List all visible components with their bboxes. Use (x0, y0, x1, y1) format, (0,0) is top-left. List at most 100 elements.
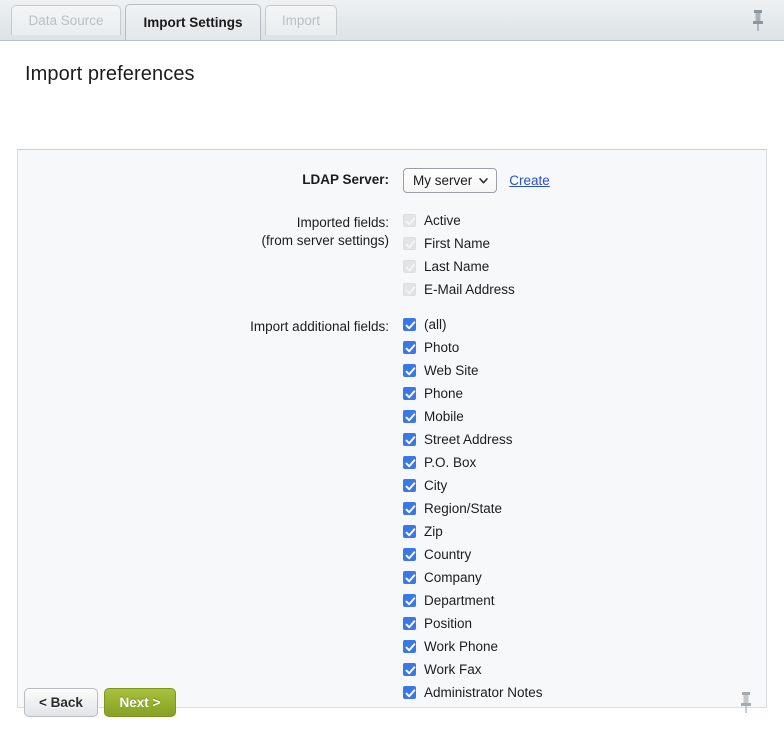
import-wizard-window: Data Source Import Settings Import Impor… (0, 0, 784, 739)
check-icon (405, 286, 416, 295)
additional-fields-label: Import additional fields: (250, 319, 389, 334)
chevron-down-icon (479, 177, 488, 183)
check-icon (405, 240, 416, 249)
tab-import-label: Import (281, 13, 321, 28)
back-button[interactable]: < Back (24, 688, 98, 717)
pushpin-icon[interactable] (746, 8, 770, 34)
check-icon (405, 436, 416, 445)
checkbox-label: Web Site (424, 363, 479, 378)
imported-fields-label-main: Imported fields: (296, 215, 389, 230)
check-icon (405, 390, 416, 399)
tab-import-settings-label: Import Settings (143, 15, 243, 30)
checkbox-row[interactable]: Photo (403, 338, 543, 357)
page-body: Import preferences LDAP Server: My serve… (0, 41, 784, 738)
checkbox-work-phone[interactable] (403, 640, 416, 653)
checkbox-label: Active (424, 213, 461, 228)
checkbox-row[interactable]: Work Phone (403, 637, 543, 656)
checkbox-row[interactable]: Department (403, 591, 543, 610)
imported-fields-sublabel: (from server settings) (261, 233, 389, 248)
checkbox-row[interactable]: Work Fax (403, 660, 543, 679)
checkbox-label: (all) (424, 317, 447, 332)
checkbox-work-fax[interactable] (403, 663, 416, 676)
checkbox-row[interactable]: Position (403, 614, 543, 633)
ldap-server-select[interactable]: My server (403, 168, 498, 193)
next-button[interactable]: Next > (104, 688, 176, 717)
preferences-form: LDAP Server: My server Create Imported f… (18, 150, 766, 706)
page-title: Import preferences (25, 63, 195, 85)
check-icon (405, 321, 416, 330)
create-server-link[interactable]: Create (509, 173, 550, 188)
ldap-server-field: My server Create (389, 168, 550, 193)
checkbox-row[interactable]: (all) (403, 315, 543, 334)
checkbox-row[interactable]: Country (403, 545, 543, 564)
additional-fields-checklist: (all) Photo Web Site Phone Mobile Street Addr… (403, 315, 543, 706)
tab-data-source[interactable]: Data Source (11, 5, 121, 35)
checkbox-label: Work Fax (424, 662, 482, 677)
back-button-label: < Back (39, 695, 83, 710)
imported-fields-label: Imported fields: (from server settings) (18, 211, 389, 250)
checkbox-photo[interactable] (403, 341, 416, 354)
tab-import[interactable]: Import (265, 5, 337, 35)
tab-bar: Data Source Import Settings Import (0, 0, 784, 41)
checkbox-company[interactable] (403, 571, 416, 584)
checkbox-label: Work Phone (424, 639, 499, 654)
checkbox-label: E-Mail Address (424, 282, 515, 297)
checkbox-position[interactable] (403, 617, 416, 630)
checkbox-zip[interactable] (403, 525, 416, 538)
checkbox-label: Phone (424, 386, 464, 401)
section-divider (18, 303, 766, 315)
checkbox-city[interactable] (403, 479, 416, 492)
checkbox-all[interactable] (403, 318, 416, 331)
ldap-server-selected-value: My server (413, 173, 473, 188)
check-icon (405, 666, 416, 675)
checkbox-region-state[interactable] (403, 502, 416, 515)
checkbox-row[interactable]: Web Site (403, 361, 543, 380)
checkbox-phone[interactable] (403, 387, 416, 400)
checkbox-row[interactable]: City (403, 476, 543, 495)
checkbox-country[interactable] (403, 548, 416, 561)
checkbox-row: Active (403, 211, 515, 230)
checkbox-row[interactable]: Mobile (403, 407, 543, 426)
imported-fields-row: Imported fields: (from server settings) … (18, 211, 766, 303)
checkbox-row[interactable]: Region/State (403, 499, 543, 518)
checkbox-department[interactable] (403, 594, 416, 607)
imported-fields-checklist: Active First Name Last Name E-Mail Address (403, 211, 515, 303)
check-icon (405, 367, 416, 376)
checkbox-row: Last Name (403, 257, 515, 276)
checkbox-label: Region/State (424, 501, 503, 516)
check-icon (405, 597, 416, 606)
check-icon (405, 574, 416, 583)
checkbox-label: Position (424, 616, 473, 631)
checkbox-last-name (403, 260, 416, 273)
tab-import-settings[interactable]: Import Settings (125, 4, 261, 40)
pushpin-icon[interactable] (734, 690, 758, 716)
checkbox-row: E-Mail Address (403, 280, 515, 299)
checkbox-row: First Name (403, 234, 515, 253)
tab-list: Data Source Import Settings Import (11, 0, 784, 41)
checkbox-row[interactable]: P.O. Box (403, 453, 543, 472)
checkbox-mobile[interactable] (403, 410, 416, 423)
checkbox-label: Zip (424, 524, 443, 539)
checkbox-row[interactable]: Zip (403, 522, 543, 541)
preferences-panel: LDAP Server: My server Create Imported f… (17, 149, 767, 708)
checkbox-row[interactable]: Phone (403, 384, 543, 403)
next-button-label: Next > (119, 695, 161, 710)
check-icon (405, 263, 416, 272)
checkbox-p-o-box[interactable] (403, 456, 416, 469)
check-icon (405, 505, 416, 514)
check-icon (405, 620, 416, 629)
wizard-footer: < Back Next > (0, 684, 784, 739)
checkbox-active (403, 214, 416, 227)
checkbox-label: Department (424, 593, 495, 608)
checkbox-label: City (424, 478, 448, 493)
checkbox-label: Company (424, 570, 482, 585)
checkbox-row[interactable]: Street Address (403, 430, 543, 449)
check-icon (405, 459, 416, 468)
checkbox-web-site[interactable] (403, 364, 416, 377)
checkbox-street-address[interactable] (403, 433, 416, 446)
check-icon (405, 528, 416, 537)
check-icon (405, 344, 416, 353)
checkbox-row[interactable]: Company (403, 568, 543, 587)
additional-fields-list-wrap: (all) Photo Web Site Phone Mobile Street Addr… (389, 315, 543, 706)
checkbox-label: First Name (424, 236, 491, 251)
